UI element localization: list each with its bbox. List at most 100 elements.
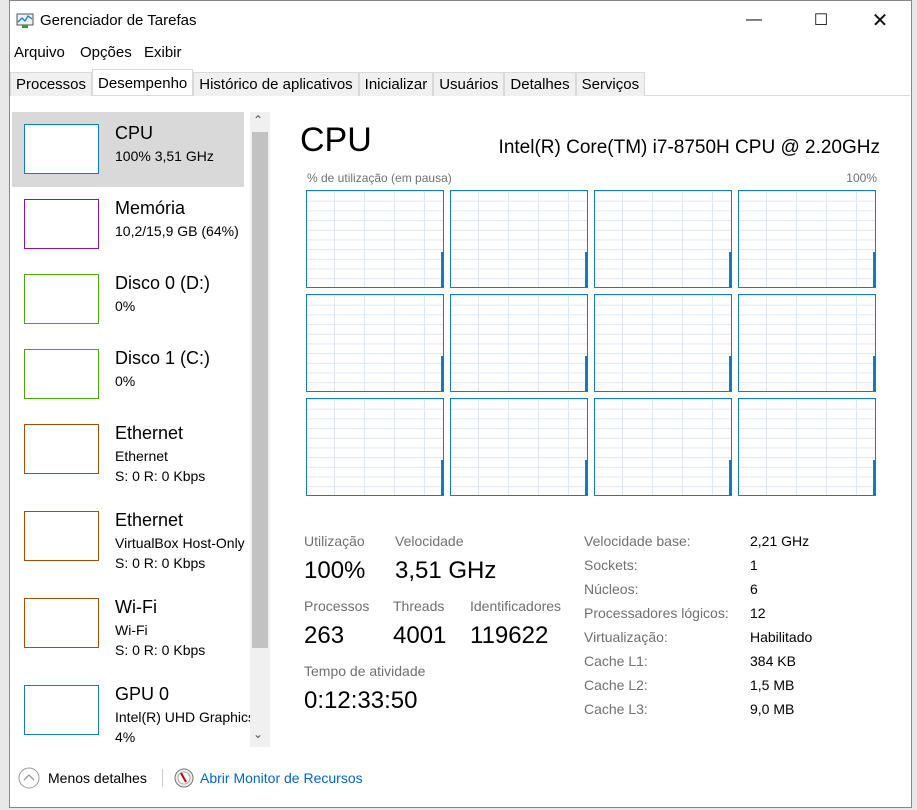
detail-label: Sockets: — [584, 557, 638, 573]
task-manager-window: Gerenciador de Tarefas — ☐ ✕ Arquivo Opç… — [9, 0, 912, 808]
proc-label: Processos — [304, 598, 370, 614]
usage-line — [585, 356, 587, 391]
detail-label: Cache L1: — [584, 653, 648, 669]
task-manager-icon — [16, 13, 34, 28]
usage-line — [441, 252, 443, 287]
detail-label: Velocidade base: — [584, 533, 691, 549]
less-details-button[interactable]: Menos detalhes — [48, 770, 147, 786]
scrollbar-thumb[interactable] — [252, 132, 268, 648]
tab-servicos[interactable]: Serviços — [575, 72, 646, 96]
sidebar-thumbnail-graph — [24, 124, 99, 174]
sidebar-item-detail: S: 0 R: 0 Kbps — [115, 555, 206, 571]
sidebar-item-detail: Intel(R) UHD Graphics — [115, 709, 253, 725]
logical-processor-graph — [306, 398, 444, 496]
tab-bar: Processos Desempenho Histórico de aplica… — [10, 69, 910, 96]
sidebar-item-name: GPU 0 — [115, 684, 170, 704]
sidebar-item[interactable]: CPU 100% 3,51 GHz — [12, 112, 244, 187]
tab-historico[interactable]: Histórico de aplicativos — [193, 72, 359, 96]
logical-processor-graph — [306, 294, 444, 392]
sidebar-item[interactable]: GPU 0 Intel(R) UHD Graphics 4% — [12, 673, 253, 749]
logical-processor-graph — [738, 398, 876, 496]
sidebar-item-detail: Wi-Fi — [115, 622, 148, 638]
cpu-model: Intel(R) Core(TM) i7-8750H CPU @ 2.20GHz — [498, 137, 880, 158]
footer-divider — [162, 769, 163, 787]
logical-processor-graph — [594, 190, 732, 288]
uptime-label: Tempo de atividade — [304, 663, 426, 679]
main-title: CPU — [300, 121, 372, 159]
sidebar-item-detail: 4% — [115, 729, 136, 745]
sidebar-item[interactable]: Disco 1 (C:) 0% — [12, 337, 244, 412]
menu-exibir[interactable]: Exibir — [144, 44, 182, 61]
maximize-button[interactable]: ☐ — [798, 1, 844, 39]
sidebar-thumbnail-graph — [24, 685, 99, 735]
usage-line — [441, 356, 443, 391]
usage-line — [729, 252, 731, 287]
sidebar-item[interactable]: Ethernet VirtualBox Host-Only S: 0 R: 0 Kb… — [12, 499, 245, 586]
detail-label: Processadores lógicos: — [584, 605, 729, 621]
chevron-up-circle-icon[interactable] — [18, 767, 40, 789]
usage-line — [873, 356, 875, 391]
logical-processor-graph — [450, 294, 588, 392]
sidebar-item-name: CPU — [115, 123, 154, 143]
close-button[interactable]: ✕ — [857, 1, 903, 39]
detail-value: Habilitado — [750, 629, 813, 645]
sidebar-item[interactable]: Disco 0 (D:) 0% — [12, 262, 244, 337]
sidebar-item-name: Ethernet — [115, 423, 184, 443]
sidebar-item-detail: S: 0 R: 0 Kbps — [115, 642, 206, 658]
sidebar-thumbnail-graph — [24, 274, 99, 324]
detail-value: 384 KB — [750, 653, 796, 669]
scroll-up-icon[interactable]: ⌃ — [253, 113, 263, 127]
usage-line — [585, 252, 587, 287]
threads-value: 4001 — [393, 622, 447, 649]
tab-inicializar[interactable]: Inicializar — [358, 72, 434, 96]
detail-label: Cache L2: — [584, 677, 648, 693]
logical-processor-graph — [450, 190, 588, 288]
resource-monitor-icon — [174, 768, 194, 788]
minimize-button[interactable]: — — [731, 1, 777, 39]
sidebar-item-name: Wi-Fi — [115, 597, 157, 617]
sidebar-item[interactable]: Wi-Fi Wi-Fi S: 0 R: 0 Kbps — [12, 586, 244, 673]
usage-line — [873, 252, 875, 287]
threads-label: Threads — [393, 598, 445, 614]
sidebar-item-name: Ethernet — [115, 510, 184, 530]
tab-usuarios[interactable]: Usuários — [433, 72, 505, 96]
logical-processor-graph — [450, 398, 588, 496]
detail-value: 9,0 MB — [750, 701, 795, 717]
speed-label: Velocidade — [395, 533, 464, 549]
tab-detalhes[interactable]: Detalhes — [504, 72, 576, 96]
logical-processor-graph — [594, 294, 732, 392]
detail-label: Cache L3: — [584, 701, 648, 717]
logical-processor-graph — [738, 190, 876, 288]
detail-value: 1,5 MB — [750, 677, 795, 693]
detail-value: 2,21 GHz — [750, 533, 810, 549]
sidebar-item-detail: 10,2/15,9 GB (64%) — [115, 223, 239, 239]
sidebar-item[interactable]: Memória 10,2/15,9 GB (64%) — [12, 187, 244, 262]
detail-value: 6 — [750, 581, 758, 597]
usage-line — [729, 460, 731, 495]
logical-processor-graph — [306, 190, 444, 288]
detail-value: 1 — [750, 557, 758, 573]
usage-line — [441, 460, 443, 495]
usage-line — [873, 460, 875, 495]
open-resource-monitor-link[interactable]: Abrir Monitor de Recursos — [200, 770, 363, 786]
sidebar-item[interactable]: Ethernet Ethernet S: 0 R: 0 Kbps — [12, 412, 244, 499]
sidebar-item-detail: 100% 3,51 GHz — [115, 148, 214, 164]
sidebar-item-detail: S: 0 R: 0 Kbps — [115, 468, 206, 484]
menu-opcoes[interactable]: Opções — [80, 44, 132, 61]
sidebar-thumbnail-graph — [24, 349, 99, 399]
sidebar-item-name: Memória — [115, 198, 186, 218]
proc-value: 263 — [304, 622, 345, 649]
sidebar-thumbnail-graph — [24, 598, 99, 648]
sidebar-thumbnail-graph — [24, 511, 99, 561]
menu-arquivo[interactable]: Arquivo — [14, 44, 65, 61]
usage-line — [729, 356, 731, 391]
detail-value: 12 — [750, 605, 766, 621]
sidebar-thumbnail-graph — [24, 199, 99, 249]
scroll-down-icon[interactable]: ⌄ — [253, 727, 263, 741]
logical-processor-graph — [738, 294, 876, 392]
tab-processos[interactable]: Processos — [10, 72, 93, 96]
handles-value: 119622 — [470, 622, 549, 649]
tab-desempenho[interactable]: Desempenho — [92, 69, 194, 95]
sidebar-item-detail: 0% — [115, 373, 136, 389]
sidebar-item-name: Disco 1 (C:) — [115, 348, 211, 368]
